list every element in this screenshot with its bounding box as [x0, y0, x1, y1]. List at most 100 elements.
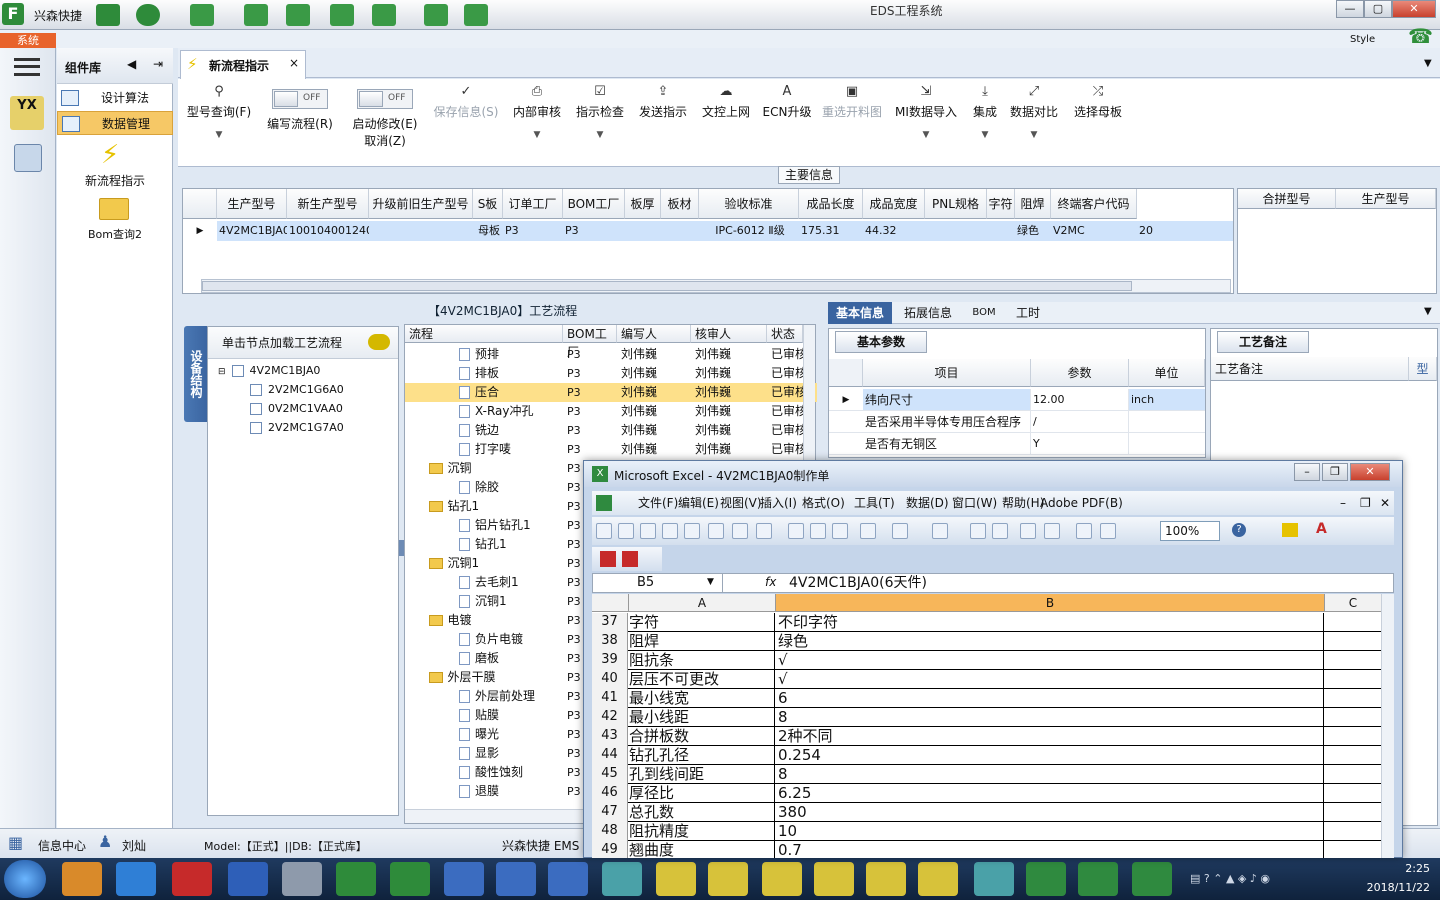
- taskbar-app-icon[interactable]: [602, 862, 642, 896]
- minimize-button[interactable]: —: [1336, 0, 1364, 18]
- dropdown-arrow-icon[interactable]: ▼: [966, 130, 1004, 140]
- grid-cell[interactable]: IPC-6012 Ⅱ级: [699, 221, 799, 241]
- grid-cell[interactable]: P3: [563, 221, 625, 241]
- eds-app-icon[interactable]: [390, 862, 430, 896]
- column-header[interactable]: BOM工厂: [563, 189, 625, 219]
- column-header[interactable]: 生产型号: [217, 189, 287, 219]
- column-header[interactable]: S板: [473, 189, 503, 219]
- grid-cell[interactable]: 10010400124027: [287, 221, 387, 241]
- permission-icon[interactable]: [662, 523, 678, 539]
- grid-cell[interactable]: P3: [503, 221, 563, 241]
- grid-cell[interactable]: 20: [1137, 221, 1233, 241]
- cut-icon[interactable]: [788, 523, 804, 539]
- tab-dropdown-icon[interactable]: ▼: [1424, 58, 1432, 69]
- sort-desc-icon[interactable]: [1044, 523, 1060, 539]
- tab-basic-info[interactable]: 基本信息: [828, 302, 892, 324]
- excel-file-icon[interactable]: [1132, 862, 1172, 896]
- taskbar-app-icon[interactable]: [62, 862, 102, 896]
- dropdown-arrow-icon[interactable]: ▼: [508, 130, 566, 140]
- column-header-b[interactable]: B: [776, 594, 1325, 612]
- send-instruction-button[interactable]: ⇪ 发送指示: [634, 79, 692, 167]
- cell-a[interactable]: 合拼板数: [629, 727, 775, 745]
- cell-b[interactable]: 2种不同: [776, 727, 1324, 745]
- launcher-new-flow[interactable]: 新流程指示: [57, 172, 173, 189]
- column-header[interactable]: 生产型号: [1336, 189, 1436, 209]
- search-icon[interactable]: [96, 4, 120, 26]
- close-button[interactable]: ✕: [1392, 0, 1436, 18]
- print-preview-icon[interactable]: [708, 523, 724, 539]
- scissors-icon[interactable]: [244, 4, 268, 26]
- cell-a[interactable]: 层压不可更改: [629, 670, 775, 688]
- excel-close-button[interactable]: ✕: [1350, 463, 1390, 481]
- excel-minimize-button[interactable]: –: [1294, 463, 1320, 481]
- column-header-a[interactable]: A: [629, 594, 776, 612]
- taskbar-app-icon[interactable]: [172, 862, 212, 896]
- dropdown-arrow-icon[interactable]: ▼: [890, 130, 962, 140]
- grid-cell[interactable]: 175.31: [799, 221, 863, 241]
- reselect-cutting-button[interactable]: ▣ 重选开料图: [818, 79, 886, 167]
- collapse-left-icon[interactable]: ◀: [127, 57, 136, 71]
- word-doc-icon[interactable]: [496, 862, 536, 896]
- hyperlink-icon[interactable]: [970, 523, 986, 539]
- globe-icon[interactable]: [136, 4, 160, 26]
- excel-window-icon[interactable]: [762, 862, 802, 896]
- save-disk-icon[interactable]: [228, 862, 268, 896]
- row-number[interactable]: 45: [592, 765, 628, 784]
- system-menu-button[interactable]: 系统: [0, 33, 56, 48]
- cell-b[interactable]: 6: [776, 689, 1324, 707]
- row-number[interactable]: 49: [592, 841, 628, 858]
- cell-a[interactable]: 钻孔孔径: [629, 746, 775, 764]
- cell-b[interactable]: 0.7: [776, 841, 1324, 858]
- data-compare-button[interactable]: ⤢ 数据对比 ▼: [1006, 79, 1062, 167]
- row-number[interactable]: 37: [592, 613, 628, 632]
- folder-icon[interactable]: [99, 198, 129, 220]
- dropdown-arrow-icon[interactable]: ▼: [182, 130, 256, 140]
- chat-bubble-icon[interactable]: [368, 334, 390, 350]
- function-icon[interactable]: fx: [765, 575, 776, 589]
- flow-row[interactable]: 铣边 P3 刘伟巍 刘伟巍 已审核: [405, 421, 817, 440]
- cell-a[interactable]: 最小线宽: [629, 689, 775, 707]
- column-header[interactable]: 核审人: [691, 325, 767, 343]
- tree-node[interactable]: 0V2MC1VAA0: [250, 399, 343, 418]
- dropdown-arrow-icon[interactable]: ▼: [570, 130, 630, 140]
- column-header[interactable]: 成品长度: [799, 189, 863, 219]
- chart-wizard-icon[interactable]: [1076, 523, 1092, 539]
- select-all-corner[interactable]: [592, 594, 629, 612]
- word-doc-icon[interactable]: [444, 862, 484, 896]
- grid-cell[interactable]: [987, 221, 1015, 241]
- eds-app-icon[interactable]: [336, 862, 376, 896]
- panel-dropdown-icon[interactable]: ▼: [1424, 306, 1432, 317]
- word-doc-icon[interactable]: [548, 862, 588, 896]
- cell-a[interactable]: 孔到线间距: [629, 765, 775, 783]
- column-header[interactable]: 新生产型号: [287, 189, 369, 219]
- cell-a[interactable]: 最小线距: [629, 708, 775, 726]
- tree-node[interactable]: 2V2MC1G6A0: [250, 380, 344, 399]
- select-mother-board-button[interactable]: ⤮ 选择母板: [1068, 79, 1128, 167]
- excel-window-icon[interactable]: [918, 862, 958, 896]
- maximize-button[interactable]: ▢: [1364, 0, 1392, 18]
- column-header[interactable]: 状态: [767, 325, 803, 343]
- grid-icon[interactable]: [190, 4, 214, 26]
- cell-a[interactable]: 厚径比: [629, 784, 775, 802]
- column-header[interactable]: 编写人: [617, 325, 691, 343]
- hamburger-menu-icon[interactable]: [14, 58, 40, 76]
- grid-cell[interactable]: [661, 221, 699, 241]
- tree-node[interactable]: 2V2MC1G7A0: [250, 418, 344, 437]
- model-query-button[interactable]: ⚲ 型号查询(F) ▼: [182, 79, 256, 167]
- excel-menu-item[interactable]: 窗口(W): [952, 491, 997, 515]
- column-header[interactable]: 验收标准: [699, 189, 799, 219]
- cell-a[interactable]: 翘曲度: [629, 841, 775, 858]
- autosum-icon[interactable]: [992, 523, 1008, 539]
- column-header[interactable]: 单位: [1129, 359, 1205, 387]
- grid-cell[interactable]: [625, 221, 661, 241]
- toggle-switch[interactable]: OFF: [272, 89, 328, 109]
- excel-file-icon[interactable]: [1026, 862, 1066, 896]
- dropdown-arrow-icon[interactable]: ▼: [1006, 130, 1062, 140]
- cell-b[interactable]: √: [776, 670, 1324, 688]
- taskbar-app-icon[interactable]: [974, 862, 1014, 896]
- excel-menu-item[interactable]: 编辑(E): [678, 491, 719, 515]
- list-icon[interactable]: [372, 4, 396, 26]
- param-value[interactable]: Y: [1031, 433, 1129, 455]
- print-icon[interactable]: [684, 523, 700, 539]
- flow-row[interactable]: X-Ray冲孔 P3 刘伟巍 刘伟巍 已审核: [405, 402, 817, 421]
